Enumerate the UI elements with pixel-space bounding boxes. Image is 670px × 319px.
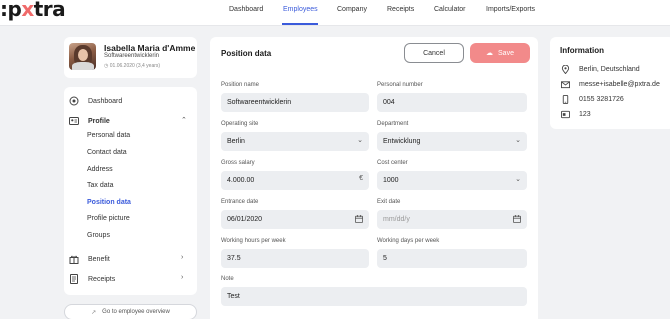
sidebar-item-benefit[interactable]: Benefit	[69, 253, 110, 265]
position-name-label: Position name	[221, 82, 260, 88]
nav-company[interactable]: Company	[337, 6, 367, 13]
operating-site-label: Operating site	[221, 121, 259, 127]
gross-salary-input[interactable]: 4.000.00 €	[221, 171, 369, 190]
sidebar-item-profile-picture[interactable]: Profile picture	[87, 215, 130, 222]
sidebar-item-tax-data[interactable]: Tax data	[87, 182, 113, 189]
avatar	[69, 43, 96, 70]
sidebar-item-personal-data[interactable]: Personal data	[87, 132, 130, 139]
entrance-date-input[interactable]: 06/01/2020	[221, 210, 369, 229]
working-hours-input[interactable]: 37.5	[221, 249, 369, 268]
currency-unit: €	[359, 175, 363, 182]
note-label: Note	[221, 276, 234, 282]
position-name-input[interactable]: Softwareentwicklerin	[221, 93, 369, 112]
info-location: Berlin, Deutschland	[561, 65, 640, 74]
chevron-right-icon[interactable]: ›	[181, 254, 183, 261]
working-days-label: Working days per week	[377, 238, 440, 244]
sidebar-item-position-data[interactable]: Position data	[87, 199, 131, 206]
cancel-button[interactable]: Cancel	[404, 43, 464, 63]
nav-calculator[interactable]: Calculator	[434, 6, 466, 13]
nav-imports-exports[interactable]: Imports/Exports	[486, 6, 535, 13]
personal-number-label: Personal number	[377, 82, 423, 88]
sidebar-item-contact-data[interactable]: Contact data	[87, 149, 127, 156]
page-title: Position data	[221, 49, 272, 58]
mail-icon	[561, 81, 570, 89]
active-nav-indicator	[282, 23, 318, 25]
personal-number-input[interactable]: 004	[377, 93, 527, 112]
location-pin-icon	[561, 65, 570, 74]
cost-center-select[interactable]: 1000 ⌄	[377, 171, 527, 190]
operating-site-select[interactable]: Berlin ⌄	[221, 132, 369, 151]
chevron-up-icon[interactable]: ⌃	[181, 116, 187, 124]
entrance-date-label: Entrance date	[221, 199, 259, 205]
sidebar-item-groups[interactable]: Groups	[87, 232, 110, 239]
info-phone[interactable]: 0155 3281726	[561, 95, 624, 104]
nav-employees[interactable]: Employees	[283, 6, 318, 13]
nav-dashboard[interactable]: Dashboard	[229, 6, 263, 13]
sidebar-item-address[interactable]: Address	[87, 166, 113, 173]
department-label: Department	[377, 121, 409, 127]
cost-center-label: Cost center	[377, 160, 408, 166]
chevron-down-icon: ⌄	[515, 176, 521, 183]
working-hours-label: Working hours per week	[221, 238, 286, 244]
chevron-down-icon: ⌄	[515, 137, 521, 144]
gross-salary-label: Gross salary	[221, 160, 255, 166]
calendar-icon[interactable]	[355, 215, 363, 223]
sidebar-item-profile[interactable]: Profile	[69, 115, 110, 127]
save-button[interactable]: ☁ Save	[470, 43, 530, 63]
employee-start-date: ◷ 01.06.2020 (3,4 years)	[104, 63, 161, 69]
employee-name: Isabella Maria d'Amme	[104, 43, 196, 53]
go-to-employee-overview-button[interactable]: ↗ Go to employee overview	[64, 304, 197, 319]
info-email[interactable]: messe+isabelle@pxtra.de	[561, 80, 660, 89]
calendar-icon[interactable]	[513, 215, 521, 223]
employee-role: Softwareentwicklerin	[104, 53, 160, 59]
sidebar-item-dashboard[interactable]: Dashboard	[69, 95, 122, 107]
information-title: Information	[560, 46, 604, 55]
cloud-upload-icon: ☁	[486, 50, 494, 57]
pxtra-logo[interactable]: :pxtra	[0, 0, 66, 21]
external-link-icon: ↗	[91, 309, 97, 316]
phone-icon	[562, 95, 569, 104]
dashboard-icon	[69, 96, 79, 106]
top-navigation: :pxtra Dashboard Employees Company Recei…	[0, 0, 670, 26]
note-input[interactable]: Test	[221, 287, 527, 306]
chevron-right-icon[interactable]: ›	[181, 274, 183, 281]
id-card-icon	[561, 110, 570, 119]
department-select[interactable]: Entwicklung ⌄	[377, 132, 527, 151]
exit-date-input[interactable]: mm/dd/y	[377, 210, 527, 229]
receipt-icon	[70, 274, 78, 284]
gift-icon	[69, 255, 79, 264]
sidebar-item-receipts[interactable]: Receipts	[69, 273, 115, 285]
info-id: 123	[561, 110, 591, 119]
profile-card-icon	[69, 117, 79, 125]
exit-date-label: Exit date	[377, 199, 401, 205]
nav-receipts[interactable]: Receipts	[387, 6, 414, 13]
chevron-down-icon: ⌄	[357, 137, 363, 144]
working-days-input[interactable]: 5	[377, 249, 527, 268]
